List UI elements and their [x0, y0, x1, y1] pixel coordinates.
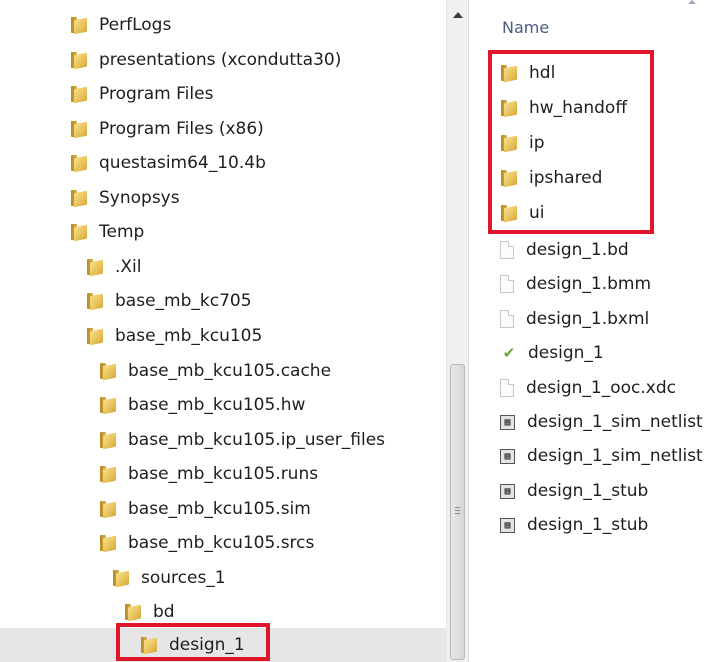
tree-item-label: base_mb_kcu105.hw	[128, 395, 306, 415]
tree-item-xil[interactable]: .Xil	[0, 250, 446, 284]
tree-item-label: sources_1	[141, 568, 226, 588]
tree-item-label: PerfLogs	[99, 15, 172, 35]
file-item-label: design_1	[528, 343, 604, 363]
folder-icon	[99, 500, 118, 518]
tree-item-base-mb-kc705[interactable]: base_mb_kc705	[0, 284, 446, 318]
grip-line	[455, 513, 460, 514]
file-item-design-1-bxml[interactable]: design_1.bxml	[500, 304, 649, 334]
file-item-design-1-project[interactable]: ✔ design_1	[500, 338, 604, 368]
file-item-sim-netlist-2[interactable]: ▦ design_1_sim_netlist	[500, 441, 703, 471]
tree-item-questasim[interactable]: questasim64_10.4b	[0, 146, 446, 180]
folder-tree: PerfLogs presentations (xcondutta30) Pro…	[0, 0, 446, 662]
tree-item-sources-1[interactable]: sources_1	[0, 561, 446, 595]
highlight-box-selected-folder	[116, 623, 270, 661]
sort-indicator-icon	[688, 0, 696, 4]
tree-item-runs[interactable]: base_mb_kcu105.runs	[0, 457, 446, 491]
file-item-label: design_1.bmm	[526, 274, 652, 294]
netlist-icon: ▦	[500, 517, 515, 533]
folder-icon	[70, 154, 89, 172]
file-item-sim-netlist-1[interactable]: ▦ design_1_sim_netlist	[500, 407, 703, 437]
folder-icon	[86, 327, 105, 345]
file-item-label: design_1_sim_netlist	[527, 412, 703, 432]
file-item-label: design_1.bd	[526, 240, 629, 260]
folder-icon	[86, 292, 105, 310]
tree-item-perflogs[interactable]: PerfLogs	[0, 8, 446, 42]
vertical-scrollbar[interactable]	[446, 0, 469, 662]
vivado-leaf-icon: ✔	[502, 344, 516, 362]
netlist-icon: ▦	[500, 414, 515, 430]
column-header-name[interactable]: Name	[502, 18, 549, 37]
tree-item-label: base_mb_kcu105.ip_user_files	[128, 430, 386, 450]
folder-icon	[99, 431, 118, 449]
grip-line	[455, 507, 460, 508]
tree-item-label: base_mb_kcu105.runs	[128, 464, 319, 484]
folder-icon	[70, 189, 89, 207]
file-item-design-1-bmm[interactable]: design_1.bmm	[500, 269, 651, 299]
tree-item-srcs[interactable]: base_mb_kcu105.srcs	[0, 526, 446, 560]
tree-item-sim[interactable]: base_mb_kcu105.sim	[0, 492, 446, 526]
tree-item-label: bd	[153, 602, 175, 622]
file-item-label: design_1.bxml	[526, 309, 650, 329]
tree-item-hw[interactable]: base_mb_kcu105.hw	[0, 388, 446, 422]
folder-icon	[99, 534, 118, 552]
tree-item-label: base_mb_kcu105.cache	[128, 361, 332, 381]
file-item-design-1-bd[interactable]: design_1.bd	[500, 235, 629, 265]
folder-icon	[112, 569, 131, 587]
tree-item-cache[interactable]: base_mb_kcu105.cache	[0, 354, 446, 388]
tree-item-label: questasim64_10.4b	[99, 153, 266, 173]
tree-item-label: Program Files	[99, 84, 214, 104]
scroll-up-arrow-icon[interactable]	[453, 12, 463, 18]
file-item-label: design_1_stub	[527, 515, 649, 535]
folder-icon	[70, 16, 89, 34]
folder-icon	[124, 603, 143, 621]
folder-icon	[99, 465, 118, 483]
file-item-stub-2[interactable]: ▦ design_1_stub	[500, 510, 648, 540]
navigation-pane: PerfLogs presentations (xcondutta30) Pro…	[0, 0, 471, 662]
file-item-label: design_1_sim_netlist	[527, 446, 703, 466]
tree-item-base-mb-kcu105[interactable]: base_mb_kcu105	[0, 319, 446, 353]
file-item-label: design_1_stub	[527, 481, 649, 501]
tree-item-label: presentations (xcondutta30)	[99, 50, 342, 70]
tree-item-label: Program Files (x86)	[99, 119, 264, 139]
folder-icon	[86, 258, 105, 276]
netlist-icon: ▦	[500, 483, 515, 499]
grip-line	[455, 510, 460, 511]
tree-item-program-files[interactable]: Program Files	[0, 77, 446, 111]
file-item-stub-1[interactable]: ▦ design_1_stub	[500, 476, 648, 506]
tree-item-ip-user-files[interactable]: base_mb_kcu105.ip_user_files	[0, 423, 446, 457]
file-item-design-1-ooc-xdc[interactable]: design_1_ooc.xdc	[500, 373, 676, 403]
folder-icon	[70, 51, 89, 69]
tree-item-label: .Xil	[115, 257, 142, 277]
highlight-box-subfolders	[488, 50, 654, 234]
folder-icon	[99, 362, 118, 380]
tree-item-temp[interactable]: Temp	[0, 215, 446, 249]
file-item-label: design_1_ooc.xdc	[526, 378, 676, 398]
tree-item-label: base_mb_kc705	[115, 291, 252, 311]
scrollbar-thumb[interactable]	[450, 364, 465, 660]
tree-item-label: base_mb_kcu105.srcs	[128, 533, 315, 553]
file-icon	[500, 241, 514, 259]
folder-icon	[70, 120, 89, 138]
tree-item-label: base_mb_kcu105.sim	[128, 499, 311, 519]
tree-item-label: base_mb_kcu105	[115, 326, 263, 346]
tree-item-label: Synopsys	[99, 188, 180, 208]
folder-icon	[70, 223, 89, 241]
file-icon	[500, 379, 514, 397]
tree-item-synopsys[interactable]: Synopsys	[0, 181, 446, 215]
file-list-pane: Name hdl hw_handoff ip ipshared ui desig…	[470, 0, 724, 662]
tree-item-presentations[interactable]: presentations (xcondutta30)	[0, 43, 446, 77]
tree-item-program-files-x86[interactable]: Program Files (x86)	[0, 112, 446, 146]
folder-icon	[99, 396, 118, 414]
file-icon	[500, 310, 514, 328]
file-icon	[500, 275, 514, 293]
netlist-icon: ▦	[500, 448, 515, 464]
folder-icon	[70, 85, 89, 103]
tree-item-label: Temp	[99, 222, 145, 242]
